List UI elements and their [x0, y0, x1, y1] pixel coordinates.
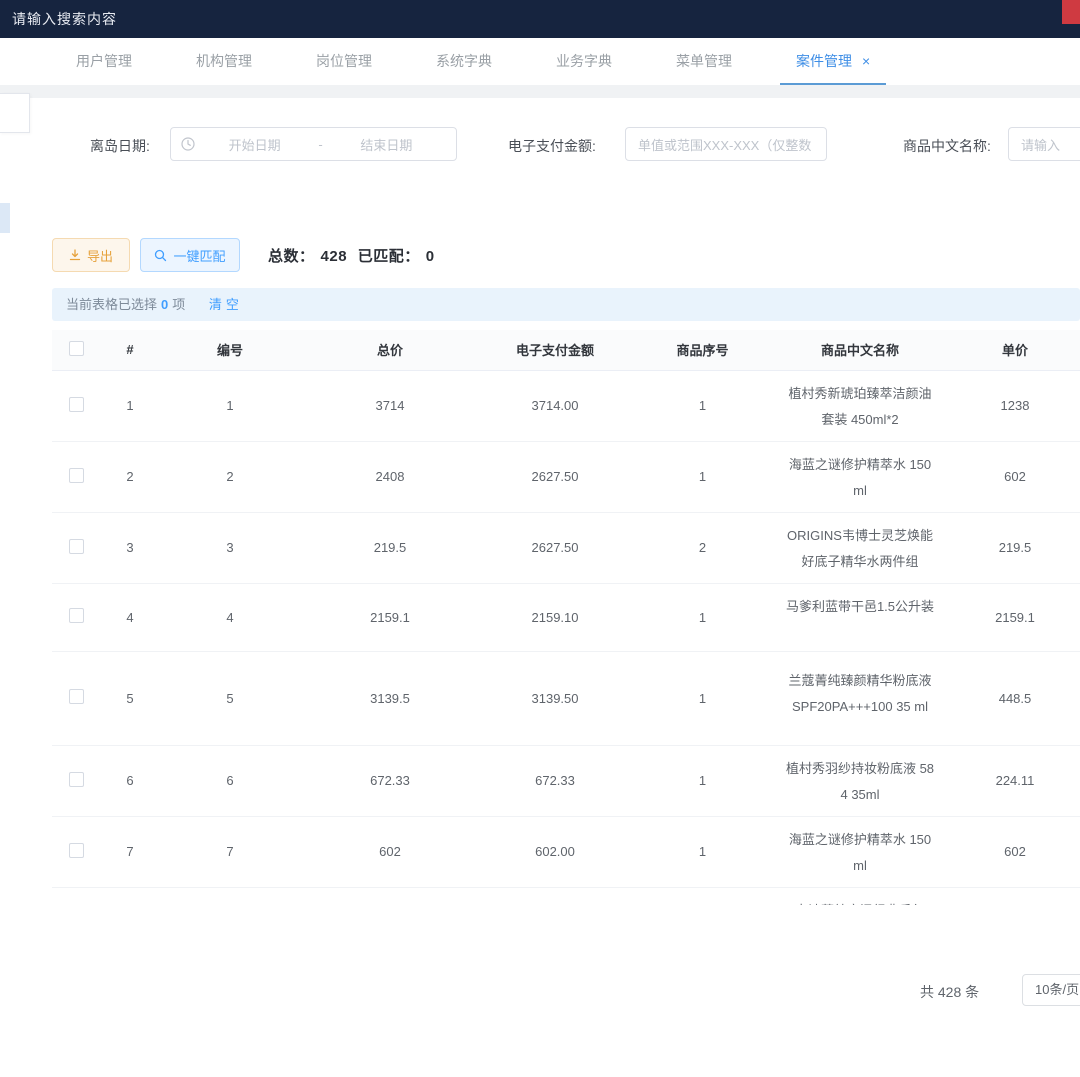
amount-filter-label: 电子支付金额: [508, 136, 596, 156]
col-epay-amount: 电子支付金额 [480, 330, 630, 370]
end-date-placeholder: 结束日期 [327, 135, 446, 154]
row-checkbox[interactable] [69, 468, 84, 483]
date-separator: - [314, 137, 326, 152]
pagination-total: 共 428 条 [920, 982, 979, 1002]
row-checkbox[interactable] [69, 397, 84, 412]
clock-icon [181, 137, 195, 151]
col-code: 编号 [160, 330, 300, 370]
selection-bar: 当前表格已选择 0项 清空 [52, 288, 1080, 321]
col-product-name: 商品中文名称 [775, 330, 945, 370]
global-search-input[interactable]: 请输入搜索内容 [12, 9, 117, 29]
left-edge-chip [0, 203, 10, 233]
matched-value: 0 [426, 248, 435, 265]
row-checkbox[interactable] [69, 689, 84, 704]
date-filter-label: 离岛日期: [90, 136, 150, 156]
tab-post-management[interactable]: 岗位管理 [298, 38, 390, 85]
product-name-filter-label: 商品中文名称: [903, 136, 991, 156]
tab-system-dict[interactable]: 系统字典 [418, 38, 510, 85]
row-checkbox[interactable] [69, 539, 84, 554]
tab-user-management[interactable]: 用户管理 [58, 38, 150, 85]
corner-red-badge [1062, 0, 1080, 24]
table-row: 5 5 3139.5 3139.50 1 兰蔻菁纯臻颜精华粉底液SPF20PA+… [52, 651, 1080, 745]
table-row: 7 7 602 602.00 1 海蓝之谜修护精萃水 150ml 602 [52, 816, 1080, 887]
clear-selection-link[interactable]: 清空 [209, 297, 243, 312]
page-size-value: 10条/页 [1035, 982, 1079, 997]
col-product-seq: 商品序号 [630, 330, 775, 370]
tab-bar: 用户管理 机构管理 岗位管理 系统字典 业务字典 菜单管理 案件管理 × [0, 38, 1080, 85]
table-row: 3 3 219.5 2627.50 2 ORIGINS韦博士灵芝焕能好底子精华水… [52, 512, 1080, 583]
page-size-select[interactable]: 10条/页 [1022, 974, 1080, 1006]
col-unit-price: 单价 [945, 330, 1080, 370]
selection-count: 0 [161, 297, 168, 312]
tab-business-dict[interactable]: 业务字典 [538, 38, 630, 85]
tab-menu-management[interactable]: 菜单管理 [658, 38, 750, 85]
data-table: # 编号 总价 电子支付金额 商品序号 商品中文名称 单价 1 1 3714 3… [52, 330, 1080, 905]
row-checkbox[interactable] [69, 608, 84, 623]
table-row: 4 4 2159.1 2159.10 1 马爹利蓝带干邑1.5公升装 2159.… [52, 583, 1080, 651]
product-name-input[interactable]: 请输入 [1008, 127, 1080, 161]
table-row: 2 2 2408 2627.50 1 海蓝之谜修护精萃水 150ml 602 [52, 441, 1080, 512]
export-button[interactable]: 导出 [52, 238, 130, 272]
selection-suffix: 项 [172, 297, 185, 312]
table-header-row: # 编号 总价 电子支付金额 商品序号 商品中文名称 单价 [52, 330, 1080, 370]
amount-input[interactable]: 单值或范围XXX-XXX（仅整数 [625, 127, 827, 161]
top-navbar: 请输入搜索内容 [0, 0, 1080, 38]
amount-placeholder: 单值或范围XXX-XXX（仅整数 [638, 135, 811, 154]
one-click-match-label: 一键匹配 [173, 246, 225, 265]
tab-org-management[interactable]: 机构管理 [178, 38, 270, 85]
table-row: 6 6 672.33 672.33 1 植村秀羽纱持妆粉底液 584 35ml … [52, 745, 1080, 816]
product-name-placeholder: 请输入 [1021, 135, 1060, 154]
export-button-label: 导出 [87, 246, 113, 265]
close-icon[interactable]: × [862, 53, 870, 69]
one-click-match-button[interactable]: 一键匹配 [140, 238, 240, 272]
total-value: 428 [321, 248, 348, 265]
row-checkbox[interactable] [69, 772, 84, 787]
start-date-placeholder: 开始日期 [195, 135, 314, 154]
divider-strip [0, 85, 1080, 98]
date-range-input[interactable]: 开始日期 - 结束日期 [170, 127, 457, 161]
row-checkbox[interactable] [69, 843, 84, 858]
tab-case-management[interactable]: 案件管理 × [778, 38, 888, 85]
col-total-price: 总价 [300, 330, 480, 370]
table-row: 8 8 1355.47 1355.47 1 卡诗菁纯亮泽经典香氛 452.11 [52, 887, 1080, 905]
collapsed-panel-box [0, 93, 30, 133]
total-label: 总数： [268, 248, 315, 265]
col-index: # [100, 330, 160, 370]
select-all-checkbox[interactable] [69, 341, 84, 356]
matched-label: 已匹配： [358, 248, 420, 265]
match-counters: 总数： 428 已匹配： 0 [268, 245, 441, 266]
table-row: 1 1 3714 3714.00 1 植村秀新琥珀臻萃洁颜油套装 450ml*2… [52, 370, 1080, 441]
tab-case-management-label: 案件管理 [796, 53, 852, 69]
selection-prefix: 当前表格已选择 [66, 297, 157, 312]
search-icon [154, 249, 167, 262]
download-icon [69, 249, 81, 261]
